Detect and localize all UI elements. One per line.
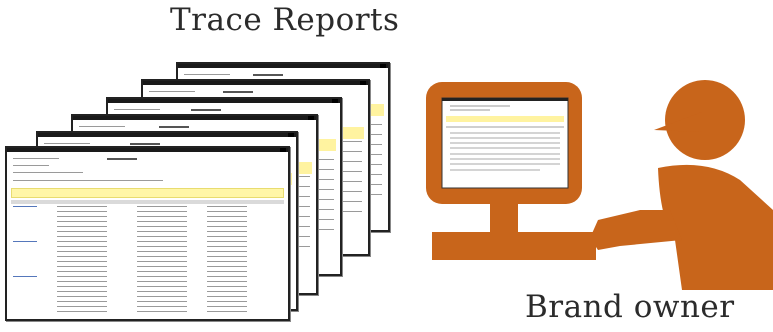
brand-owner-person-icon [590,80,773,290]
brand-owner-caption: Brand owner [525,289,735,325]
report-page [5,146,290,321]
trace-reports-caption: Trace Reports [170,2,400,38]
computer-monitor-icon [426,82,596,260]
brand-owner-illustration [426,80,773,290]
